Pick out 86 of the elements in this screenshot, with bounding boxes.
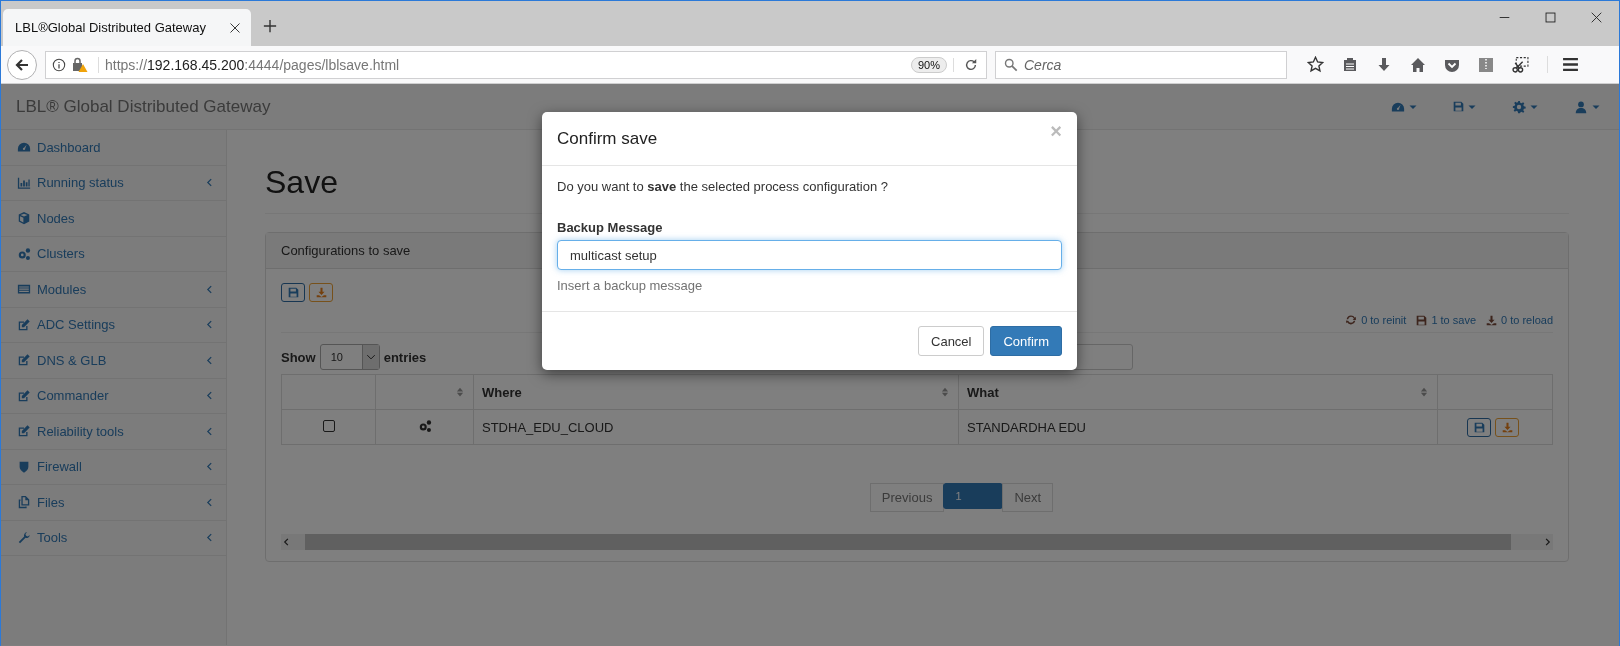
maximize-icon [1544, 11, 1556, 23]
floppy-icon [1416, 314, 1428, 326]
chevron-down-icon [365, 352, 376, 362]
counter-label: 0 to reinit [1361, 314, 1407, 326]
edit-icon [17, 317, 31, 332]
sidebar-item[interactable]: Clusters [1, 236, 226, 272]
star-icon [1307, 56, 1324, 73]
app-brand[interactable]: LBL® Global Distributed Gateway [16, 96, 271, 117]
sidebar-item[interactable]: ADC Settings [1, 307, 226, 343]
table-cell: STANDARDHA EDU [958, 409, 1438, 445]
settings-icon [1512, 99, 1526, 114]
sidebar-item[interactable]: Dashboard [1, 130, 226, 166]
gears-icon [17, 246, 31, 261]
table-cell: STDHA_EDU_CLOUD [473, 409, 959, 445]
entries-select[interactable]: 10 [319, 344, 380, 370]
column-label: What [967, 384, 999, 400]
reload-button[interactable] [309, 283, 333, 302]
sidebar-item[interactable]: Firewall [1, 449, 226, 485]
shield-icon [17, 459, 31, 474]
url-text: https://192.168.45.200:4444/pages/lblsave.html [98, 56, 400, 73]
clipboard-icon [1342, 56, 1358, 73]
wrench-icon [17, 530, 31, 545]
download-icon [315, 287, 327, 298]
counter-label: 1 to save [1431, 314, 1476, 326]
column-header[interactable]: What [958, 374, 1438, 410]
menu-icon [1562, 56, 1579, 73]
download-icon [1501, 421, 1513, 433]
cube-icon [17, 211, 31, 226]
page-button[interactable]: 1 [943, 483, 1004, 509]
dialog-message: Do you want to save the selected process configuration ? [557, 179, 889, 194]
backup-message-field[interactable]: multicast setup [557, 240, 1062, 270]
info-icon [52, 57, 66, 72]
download-icon [1486, 314, 1497, 326]
files-icon [17, 495, 31, 510]
reload-button[interactable] [1495, 417, 1519, 437]
address-bar[interactable]: https://192.168.45.200:4444/pages/lblsave.html 90% [45, 50, 987, 79]
reload-icon [964, 57, 978, 72]
new-tab-icon [263, 19, 277, 33]
close-button[interactable]: × [1050, 120, 1062, 143]
counter-label: 0 to reload [1501, 314, 1553, 326]
column-header[interactable]: Where [473, 374, 959, 410]
horizontal-scrollbar[interactable] [281, 534, 1553, 550]
floppy-icon [1453, 101, 1464, 112]
browser-tab[interactable]: LBL®Global Distributed Gateway [3, 9, 251, 46]
sidebar-item[interactable]: Running status [1, 165, 226, 201]
edit-icon [17, 353, 31, 368]
edit-icon [17, 424, 31, 439]
confirm-button[interactable]: Confirm [990, 326, 1062, 356]
arrow-left-icon [14, 56, 30, 73]
search-field[interactable]: Cerca [995, 50, 1287, 79]
sidebar-item[interactable]: Tools [1, 520, 226, 556]
save-button[interactable] [1467, 417, 1491, 437]
close-tab-icon [229, 21, 241, 34]
sidebar-item[interactable]: Nodes [1, 201, 226, 237]
sidebar-item[interactable]: Modules [1, 272, 226, 308]
bar-chart-icon [17, 175, 31, 190]
zip-file-icon [1478, 56, 1494, 73]
download-arrow-icon [1376, 56, 1392, 73]
back-button[interactable] [7, 49, 37, 80]
sidebar-item[interactable]: Reliability tools [1, 414, 226, 450]
help-text: Insert a backup message [557, 278, 704, 293]
user-icon [1574, 99, 1588, 114]
dialog-title: Confirm save [557, 128, 658, 149]
edit-icon [17, 388, 31, 403]
entries-label: entries [383, 349, 427, 365]
floppy-icon [1473, 421, 1485, 433]
close-icon [1590, 11, 1602, 23]
floppy-icon [287, 287, 299, 298]
sidebar-item[interactable]: DNS & GLB [1, 343, 226, 379]
row-checkbox[interactable] [322, 419, 335, 432]
column-label: Where [482, 384, 522, 400]
scroll-right-icon [1543, 537, 1553, 547]
sidebar-item[interactable]: Commander [1, 378, 226, 414]
home-icon [1410, 56, 1426, 73]
search-icon [1004, 57, 1018, 72]
show-label: Show [281, 349, 316, 365]
field-label: Backup Message [557, 220, 664, 235]
gears-icon [417, 418, 432, 433]
cancel-button[interactable]: Cancel [918, 326, 985, 356]
lock-warning-icon [72, 56, 88, 73]
scroll-left-icon [281, 537, 291, 547]
zoom-level[interactable]: 90% [910, 56, 947, 73]
refresh-icon [1345, 314, 1358, 326]
save-button[interactable] [281, 283, 305, 302]
sidebar-item[interactable]: Files [1, 485, 226, 521]
scissors-icon [1512, 56, 1529, 73]
